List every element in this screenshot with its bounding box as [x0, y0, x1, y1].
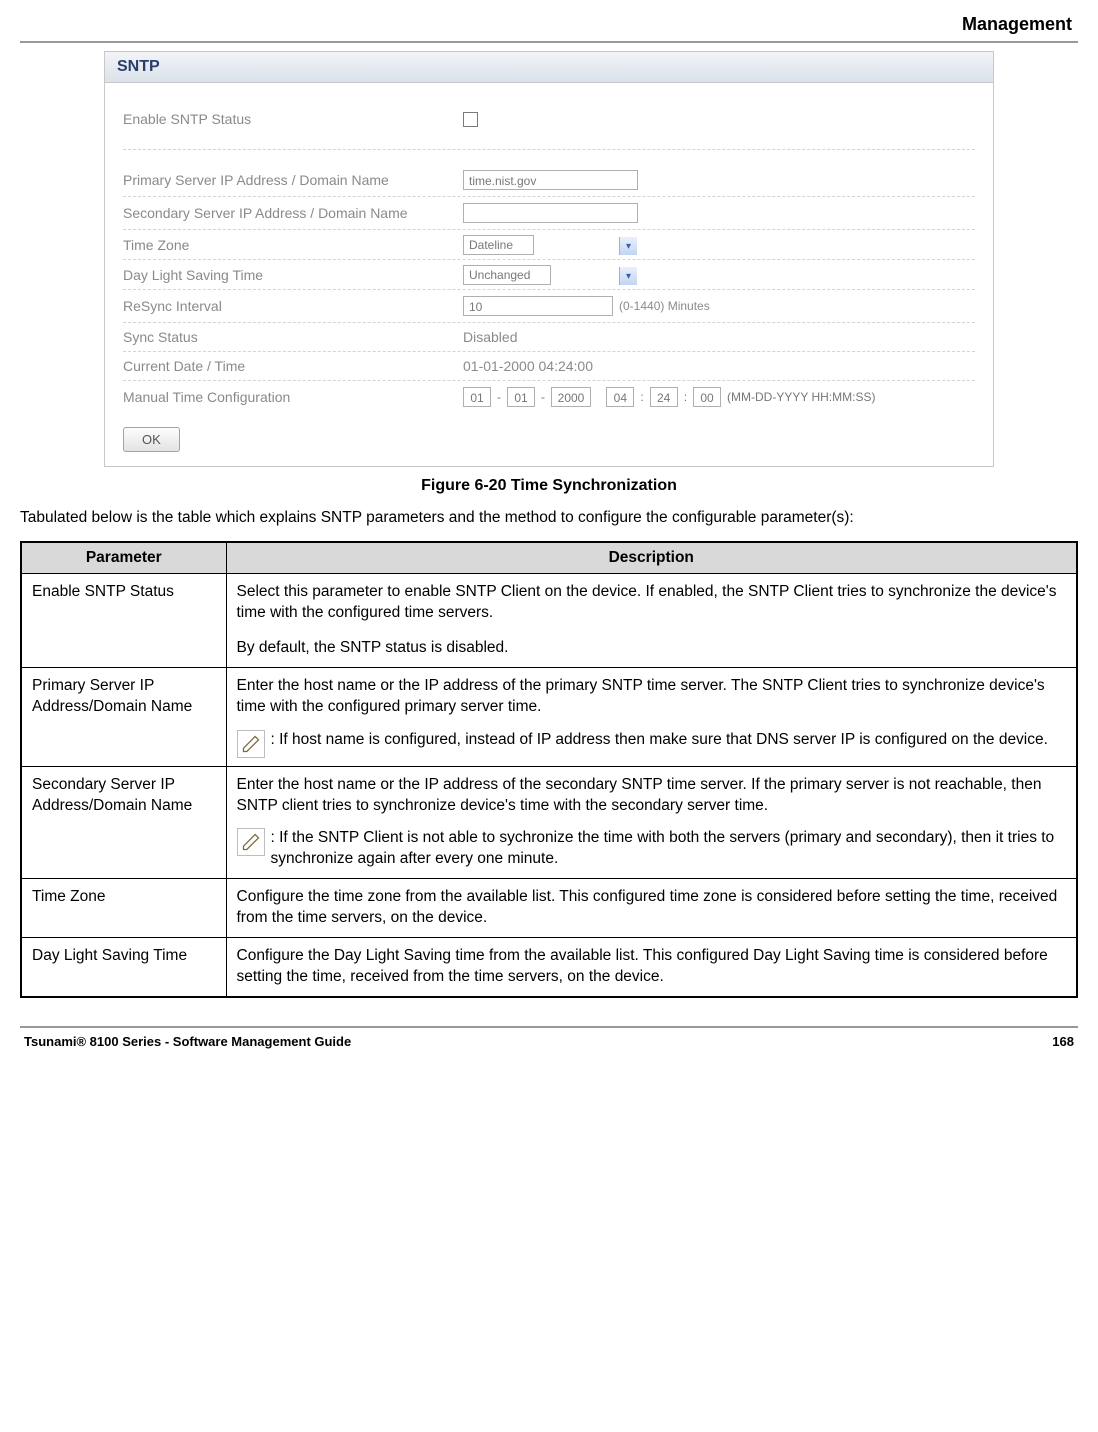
- param-desc: Configure the time zone from the availab…: [226, 879, 1077, 938]
- desc-text: Select this parameter to enable SNTP Cli…: [237, 582, 1067, 624]
- row-resync: ReSync Interval 10 (0-1440) Minutes: [123, 290, 975, 323]
- input-manual-mi[interactable]: 24: [650, 387, 678, 407]
- footer-title: Tsunami® 8100 Series - Software Manageme…: [24, 1034, 351, 1049]
- row-timezone: Time Zone Dateline ▾: [123, 230, 975, 260]
- input-manual-dd[interactable]: 01: [507, 387, 535, 407]
- desc-text: By default, the SNTP status is disabled.: [237, 638, 1067, 659]
- input-manual-ss[interactable]: 00: [693, 387, 721, 407]
- table-row: Day Light Saving Time Configure the Day …: [21, 938, 1077, 997]
- row-manual-time: Manual Time Configuration 01 - 01 - 2000…: [123, 381, 975, 413]
- row-secondary-server: Secondary Server IP Address / Domain Nam…: [123, 197, 975, 230]
- row-enable-sntp: Enable SNTP Status: [123, 105, 975, 150]
- table-row: Primary Server IP Address/Domain Name En…: [21, 667, 1077, 766]
- select-timezone[interactable]: Dateline: [463, 235, 534, 255]
- value-sync-status: Disabled: [463, 329, 517, 345]
- input-secondary-server[interactable]: [463, 203, 638, 223]
- row-dst: Day Light Saving Time Unchanged ▾: [123, 260, 975, 290]
- param-name: Time Zone: [21, 879, 226, 938]
- label-enable-sntp: Enable SNTP Status: [123, 111, 463, 127]
- row-sync-status: Sync Status Disabled: [123, 323, 975, 352]
- label-manual-time: Manual Time Configuration: [123, 389, 463, 405]
- value-current-datetime: 01-01-2000 04:24:00: [463, 358, 593, 374]
- row-primary-server: Primary Server IP Address / Domain Name …: [123, 164, 975, 197]
- param-name: Primary Server IP Address/Domain Name: [21, 667, 226, 766]
- input-primary-server[interactable]: time.nist.gov: [463, 170, 638, 190]
- input-manual-yyyy[interactable]: 2000: [551, 387, 591, 407]
- footer-page-number: 168: [1052, 1034, 1074, 1049]
- select-dst[interactable]: Unchanged: [463, 265, 551, 285]
- chevron-down-icon[interactable]: ▾: [619, 267, 637, 285]
- input-manual-mm[interactable]: 01: [463, 387, 491, 407]
- sntp-panel: SNTP Enable SNTP Status Primary Server I…: [104, 51, 994, 467]
- table-row: Secondary Server IP Address/Domain Name …: [21, 766, 1077, 879]
- label-secondary-server: Secondary Server IP Address / Domain Nam…: [123, 205, 463, 221]
- hint-manual-format: (MM-DD-YYYY HH:MM:SS): [727, 390, 875, 404]
- param-desc: Select this parameter to enable SNTP Cli…: [226, 574, 1077, 668]
- sntp-panel-title: SNTP: [105, 52, 993, 83]
- desc-text: Enter the host name or the IP address of…: [237, 775, 1067, 817]
- note-text: : If host name is configured, instead of…: [269, 730, 1067, 751]
- col-header-parameter: Parameter: [21, 542, 226, 574]
- input-manual-hh[interactable]: 04: [606, 387, 634, 407]
- label-primary-server: Primary Server IP Address / Domain Name: [123, 172, 463, 188]
- note-icon: [237, 730, 265, 758]
- figure-caption: Figure 6-20 Time Synchronization: [20, 477, 1078, 495]
- table-row: Enable SNTP Status Select this parameter…: [21, 574, 1077, 668]
- param-name: Day Light Saving Time: [21, 938, 226, 997]
- label-resync: ReSync Interval: [123, 298, 463, 314]
- param-name: Enable SNTP Status: [21, 574, 226, 668]
- param-desc: Enter the host name or the IP address of…: [226, 766, 1077, 879]
- parameter-table: Parameter Description Enable SNTP Status…: [20, 541, 1078, 998]
- input-resync[interactable]: 10: [463, 296, 613, 316]
- intro-text: Tabulated below is the table which expla…: [20, 509, 1078, 527]
- header-rule: [20, 41, 1078, 43]
- note-icon: [237, 828, 265, 856]
- label-timezone: Time Zone: [123, 237, 463, 253]
- checkbox-enable-sntp[interactable]: [463, 112, 478, 127]
- page-footer: Tsunami® 8100 Series - Software Manageme…: [20, 1026, 1078, 1049]
- label-sync-status: Sync Status: [123, 329, 463, 345]
- label-current-datetime: Current Date / Time: [123, 358, 463, 374]
- hint-resync: (0-1440) Minutes: [619, 299, 710, 313]
- label-dst: Day Light Saving Time: [123, 267, 463, 283]
- param-desc: Configure the Day Light Saving time from…: [226, 938, 1077, 997]
- page-section-title: Management: [20, 10, 1078, 41]
- col-header-description: Description: [226, 542, 1077, 574]
- chevron-down-icon[interactable]: ▾: [619, 237, 637, 255]
- param-name: Secondary Server IP Address/Domain Name: [21, 766, 226, 879]
- desc-text: Enter the host name or the IP address of…: [237, 676, 1067, 718]
- param-desc: Enter the host name or the IP address of…: [226, 667, 1077, 766]
- note-text: : If the SNTP Client is not able to sych…: [269, 828, 1067, 870]
- ok-button[interactable]: OK: [123, 427, 180, 452]
- table-row: Time Zone Configure the time zone from t…: [21, 879, 1077, 938]
- row-current-datetime: Current Date / Time 01-01-2000 04:24:00: [123, 352, 975, 381]
